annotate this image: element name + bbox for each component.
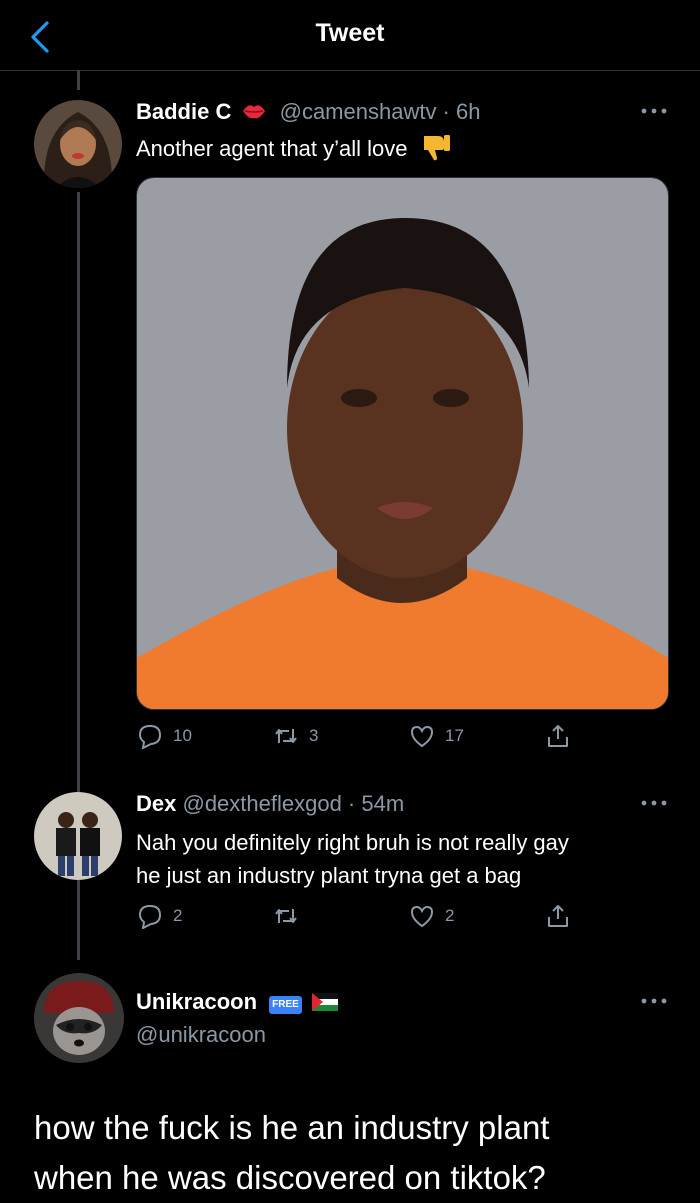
tweet-media-image[interactable]	[136, 177, 669, 710]
reply-button[interactable]: 10	[137, 723, 192, 749]
reply-text-line: Nah you definitely right bruh is not rea…	[136, 830, 569, 855]
thread-line	[77, 70, 80, 90]
author-handle[interactable]: @unikracoon	[136, 1022, 266, 1048]
focused-tweet-line: how the fuck is he an industry plant	[34, 1109, 550, 1146]
author-name[interactable]: Dex	[136, 791, 176, 816]
author-handle[interactable]: @dextheflexgod · 54m	[182, 791, 404, 816]
avatar[interactable]	[34, 100, 122, 188]
like-button[interactable]: 2	[409, 903, 454, 929]
reply-author-line: Unikracoon FREE	[136, 989, 338, 1017]
like-button[interactable]: 17	[409, 723, 464, 749]
reply-icon	[138, 904, 162, 929]
tweet-author-line: Baddie C @camenshawtv · 6h	[136, 99, 480, 128]
free-badge-icon: FREE	[269, 996, 302, 1014]
thread-line	[77, 880, 80, 960]
like-icon	[410, 725, 434, 748]
author-name[interactable]: Baddie C	[136, 99, 231, 124]
reply-count: 2	[173, 906, 183, 925]
avatar[interactable]	[34, 792, 122, 880]
reply-text-line: he just an industry plant tryna get a ba…	[136, 863, 522, 888]
reply-icon	[138, 724, 162, 749]
more-icon[interactable]	[640, 106, 668, 116]
more-icon[interactable]	[640, 996, 668, 1006]
tweet-text: Another agent that y’all love	[136, 136, 408, 161]
avatar[interactable]	[34, 973, 124, 1063]
like-icon	[410, 905, 434, 928]
author-name[interactable]: Unikracoon	[136, 989, 257, 1014]
top-nav-bar: Tweet	[0, 0, 700, 71]
like-count: 2	[445, 906, 455, 925]
retweet-button[interactable]: 3	[273, 723, 318, 749]
reply-actions: 2 2	[135, 903, 585, 933]
retweet-icon	[275, 909, 297, 923]
share-button[interactable]	[545, 723, 581, 749]
more-icon[interactable]	[640, 798, 668, 808]
page-title: Tweet	[315, 19, 385, 47]
thread-line	[77, 192, 80, 792]
lips-emoji-icon	[241, 100, 267, 128]
share-button[interactable]	[545, 903, 581, 929]
retweet-button[interactable]	[273, 903, 309, 929]
palestine-flag-icon	[311, 991, 338, 1017]
reply-count: 10	[173, 726, 192, 745]
author-handle[interactable]: @camenshawtv · 6h	[280, 99, 481, 124]
reply-button[interactable]: 2	[137, 903, 182, 929]
like-count: 17	[445, 726, 464, 745]
tweet-text-row: Another agent that y’all love	[136, 130, 452, 171]
share-icon	[548, 725, 568, 747]
focused-tweet-text: how the fuck is he an industry plant whe…	[34, 1103, 674, 1203]
reply-text: Nah you definitely right bruh is not rea…	[136, 826, 569, 892]
reply-author-line: Dex @dextheflexgod · 54m	[136, 791, 404, 817]
retweet-count: 3	[309, 726, 319, 745]
focused-tweet-line: when he was discovered on tiktok?	[34, 1159, 546, 1196]
retweet-icon	[275, 729, 297, 743]
share-icon	[548, 905, 568, 927]
thumbs-down-emoji-icon	[420, 130, 452, 171]
tweet-actions: 10 3 17	[135, 723, 585, 753]
